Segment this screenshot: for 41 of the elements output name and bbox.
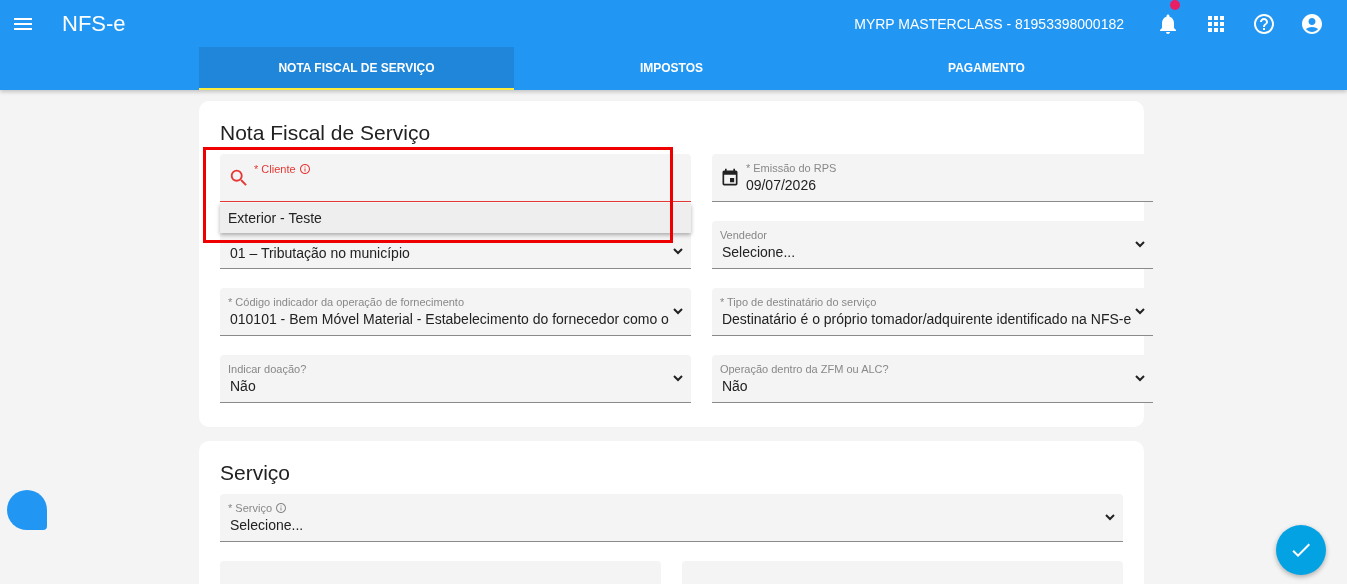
field-value: Selecione... <box>229 517 304 533</box>
field-label: * Serviço <box>228 502 273 514</box>
account-icon <box>1300 11 1324 36</box>
client-search-field[interactable]: * Cliente <box>220 154 691 202</box>
section-title: Nota Fiscal de Serviço <box>220 121 432 145</box>
field-value: 09/07/2026 <box>745 177 816 193</box>
field-label: * Cliente <box>254 162 296 175</box>
field-label: Operação dentro da ZFM ou ALC? <box>719 363 889 375</box>
select-field[interactable]: Vendedor Selecione... <box>711 221 1154 269</box>
chevron-down-icon <box>672 308 683 315</box>
chevron-down-icon <box>1135 308 1146 315</box>
field-value: 01 – Tributação no município <box>229 245 410 261</box>
select-field[interactable]: * Código indicador da operação de fornecimento 010101 - Bem Móvel Material - Estabelecimento do fornecedor como o <box>220 288 691 336</box>
select-field[interactable]: * Tipo de destinatário do serviço Destinatário é o próprio tomador/adquirente identificado na NFS-e <box>711 288 1154 336</box>
select-field[interactable]: Indicar doação? Não <box>220 355 691 403</box>
confirm-button[interactable] <box>1276 525 1326 575</box>
tab[interactable]: NOTA FISCAL DE SERVIÇO <box>199 47 514 90</box>
chat-bubble-icon[interactable] <box>7 490 47 530</box>
field-label: * Tipo de destinatário do serviço <box>719 296 877 308</box>
help-icon <box>1252 11 1276 36</box>
field-label: Indicar doação? <box>228 363 307 375</box>
chevron-down-icon <box>672 375 683 382</box>
date-field[interactable]: * Emissão do RPS 09/07/2026 <box>711 154 1154 202</box>
field-label: * Código indicador da operação de fornecimento <box>228 296 465 308</box>
field-value: 010101 - Bem Móvel Material - Estabelecimento do fornecedor como o <box>229 311 669 327</box>
field-value: Destinatário é o próprio tomador/adquirente identificado na NFS-e <box>720 311 1132 327</box>
chevron-down-icon <box>1135 241 1146 248</box>
select-field[interactable]: * Serviço Selecione... <box>220 494 1123 542</box>
select-field[interactable]: Operação dentro da ZFM ou ALC? Não <box>711 355 1154 403</box>
suggestion-item[interactable]: Exterior - Teste <box>220 203 691 233</box>
field-value: Não <box>720 378 748 394</box>
field-value: Selecione... <box>720 244 796 260</box>
chevron-down-icon <box>1135 375 1146 382</box>
chevron-down-icon <box>672 248 683 255</box>
section-title: Serviço <box>220 461 292 485</box>
field-value: Não <box>229 378 256 394</box>
app-title: NFS-e <box>62 10 127 37</box>
field-label: Vendedor <box>719 229 767 241</box>
company-name: MYRP MASTERCLASS - 81953398000182 <box>854 15 1124 32</box>
field-label: * Emissão do RPS <box>745 162 837 174</box>
chevron-down-icon <box>1105 514 1115 521</box>
